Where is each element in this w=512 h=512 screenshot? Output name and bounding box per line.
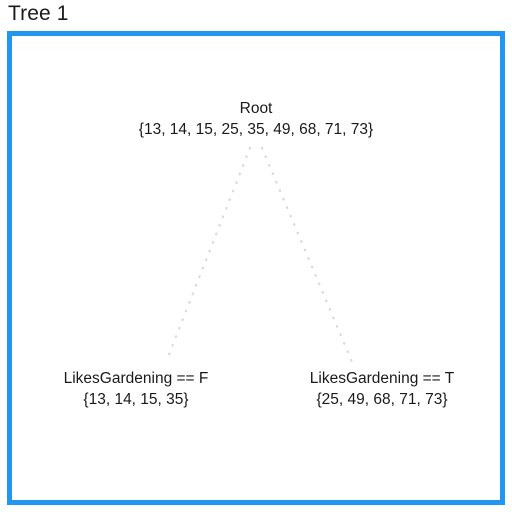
tree-node-left-child-label: LikesGardening == F (63, 370, 209, 387)
tree-node-right-child: LikesGardening == T {25, 49, 68, 71, 73} (310, 368, 454, 410)
tree-node-right-child-label: LikesGardening == T (309, 370, 455, 387)
tree-node-left-child-set: {13, 14, 15, 35} (83, 391, 189, 408)
tree-node-right-child-set: {25, 49, 68, 71, 73} (316, 391, 448, 408)
tree-node-left-child: LikesGardening == F {13, 14, 15, 35} (64, 368, 209, 410)
page-title: Tree 1 (8, 2, 69, 25)
tree-node-root-label: Root (239, 100, 273, 117)
tree-node-root: Root {13, 14, 15, 25, 35, 49, 68, 71, 73… (139, 98, 373, 140)
tree-node-root-set: {13, 14, 15, 25, 35, 49, 68, 71, 73} (138, 121, 374, 138)
